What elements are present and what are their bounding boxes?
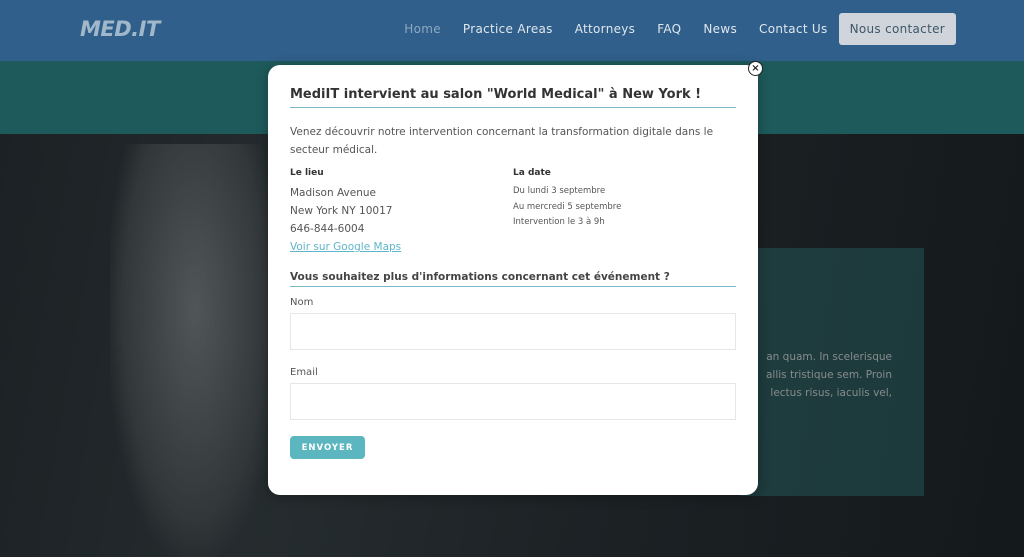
location-block: Le lieu Madison Avenue New York NY 10017… [290,168,510,256]
date-end: Au mercredi 5 septembre [513,201,622,212]
email-input[interactable] [290,383,736,420]
date-label: La date [513,168,551,178]
name-label: Nom [290,297,314,308]
modal-title: MediIT intervient au salon "World Medica… [290,87,736,108]
nav-attorneys[interactable]: Attorneys [575,22,636,36]
close-icon[interactable]: × [748,61,763,76]
form-title: Vous souhaitez plus d'informations conce… [290,271,736,287]
date-block: La date Du lundi 3 septembre Au mercredi… [513,168,733,231]
location-phone: 646-844-6004 [290,223,365,235]
modal-intro: Venez découvrir notre intervention conce… [290,126,714,156]
location-city: New York NY 10017 [290,205,393,217]
site-header: MED.IT Home Practice Areas Attorneys FAQ… [0,0,1024,61]
email-label: Email [290,367,318,378]
nous-contacter-button[interactable]: Nous contacter [838,13,956,45]
site-logo[interactable]: MED.IT [80,17,160,41]
location-street: Madison Avenue [290,187,376,199]
nav-news[interactable]: News [703,22,737,36]
event-modal: × MediIT intervient au salon "World Medi… [268,61,763,495]
main-nav: Home Practice Areas Attorneys FAQ News C… [382,13,956,45]
google-maps-link[interactable]: Voir sur Google Maps [290,238,510,256]
name-input[interactable] [290,313,736,350]
submit-button[interactable]: ENVOYER [290,436,365,459]
intervention-time: Intervention le 3 à 9h [513,217,605,227]
nav-faq[interactable]: FAQ [657,22,681,36]
nav-contact-us[interactable]: Contact Us [759,22,828,36]
location-label: Le lieu [290,168,324,178]
nav-home[interactable]: Home [404,22,441,36]
nav-practice-areas[interactable]: Practice Areas [463,22,553,36]
date-start: Du lundi 3 septembre [513,186,606,196]
